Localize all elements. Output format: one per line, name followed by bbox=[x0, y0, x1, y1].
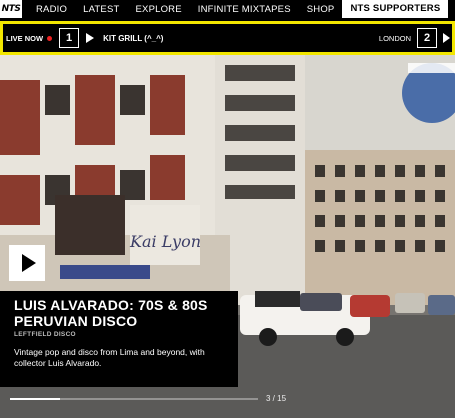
live-indicator-icon bbox=[47, 35, 53, 41]
nav-latest[interactable]: LATEST bbox=[75, 4, 127, 15]
episode-title[interactable]: LUIS ALVARADO: 70S & 80S PERUVIAN DISCO bbox=[14, 297, 224, 329]
nav-infinite-mixtapes[interactable]: INFINITE MIXTAPES bbox=[190, 4, 299, 15]
logo-text: NTS bbox=[1, 4, 21, 14]
nav-radio[interactable]: RADIO bbox=[28, 4, 75, 15]
nav-nts-supporters[interactable]: NTS SUPPORTERS bbox=[342, 0, 449, 18]
live-show-name[interactable]: KIT GRILL (^_^) bbox=[103, 34, 163, 43]
featured-episode-panel[interactable]: LUIS ALVARADO: 70S & 80S PERUVIAN DISCO … bbox=[0, 291, 238, 387]
live-location: LONDON bbox=[378, 33, 411, 43]
episode-genre-tag[interactable]: LEFTFIELD DISCO bbox=[14, 331, 224, 338]
slide-counter: 3 / 15 bbox=[266, 394, 287, 403]
live-now-text: LIVE NOW bbox=[6, 33, 44, 43]
channel-1-button[interactable]: 1 bbox=[59, 28, 80, 48]
nav-shop[interactable]: SHOP bbox=[299, 4, 343, 15]
chevron-right-icon[interactable] bbox=[443, 33, 450, 43]
top-navigation: NTS RADIO LATEST EXPLORE INFINITE MIXTAP… bbox=[0, 0, 455, 18]
channel-2-button[interactable]: 2 bbox=[417, 28, 437, 48]
nts-logo[interactable]: NTS bbox=[0, 0, 22, 18]
live-now-label: LIVE NOW bbox=[3, 33, 53, 43]
play-icon bbox=[21, 254, 36, 272]
live-player-bar: LIVE NOW 1 KIT GRILL (^_^) LONDON 2 bbox=[0, 21, 455, 55]
slide-progress-fill bbox=[10, 398, 60, 400]
play-episode-button[interactable] bbox=[9, 245, 45, 281]
slide-progress-bar[interactable] bbox=[10, 398, 258, 400]
svg-text:Kai Lyon: Kai Lyon bbox=[129, 232, 201, 251]
nav-explore[interactable]: EXPLORE bbox=[128, 4, 190, 15]
play-icon[interactable] bbox=[86, 33, 95, 43]
episode-description: Vintage pop and disco from Lima and beyo… bbox=[14, 347, 205, 368]
